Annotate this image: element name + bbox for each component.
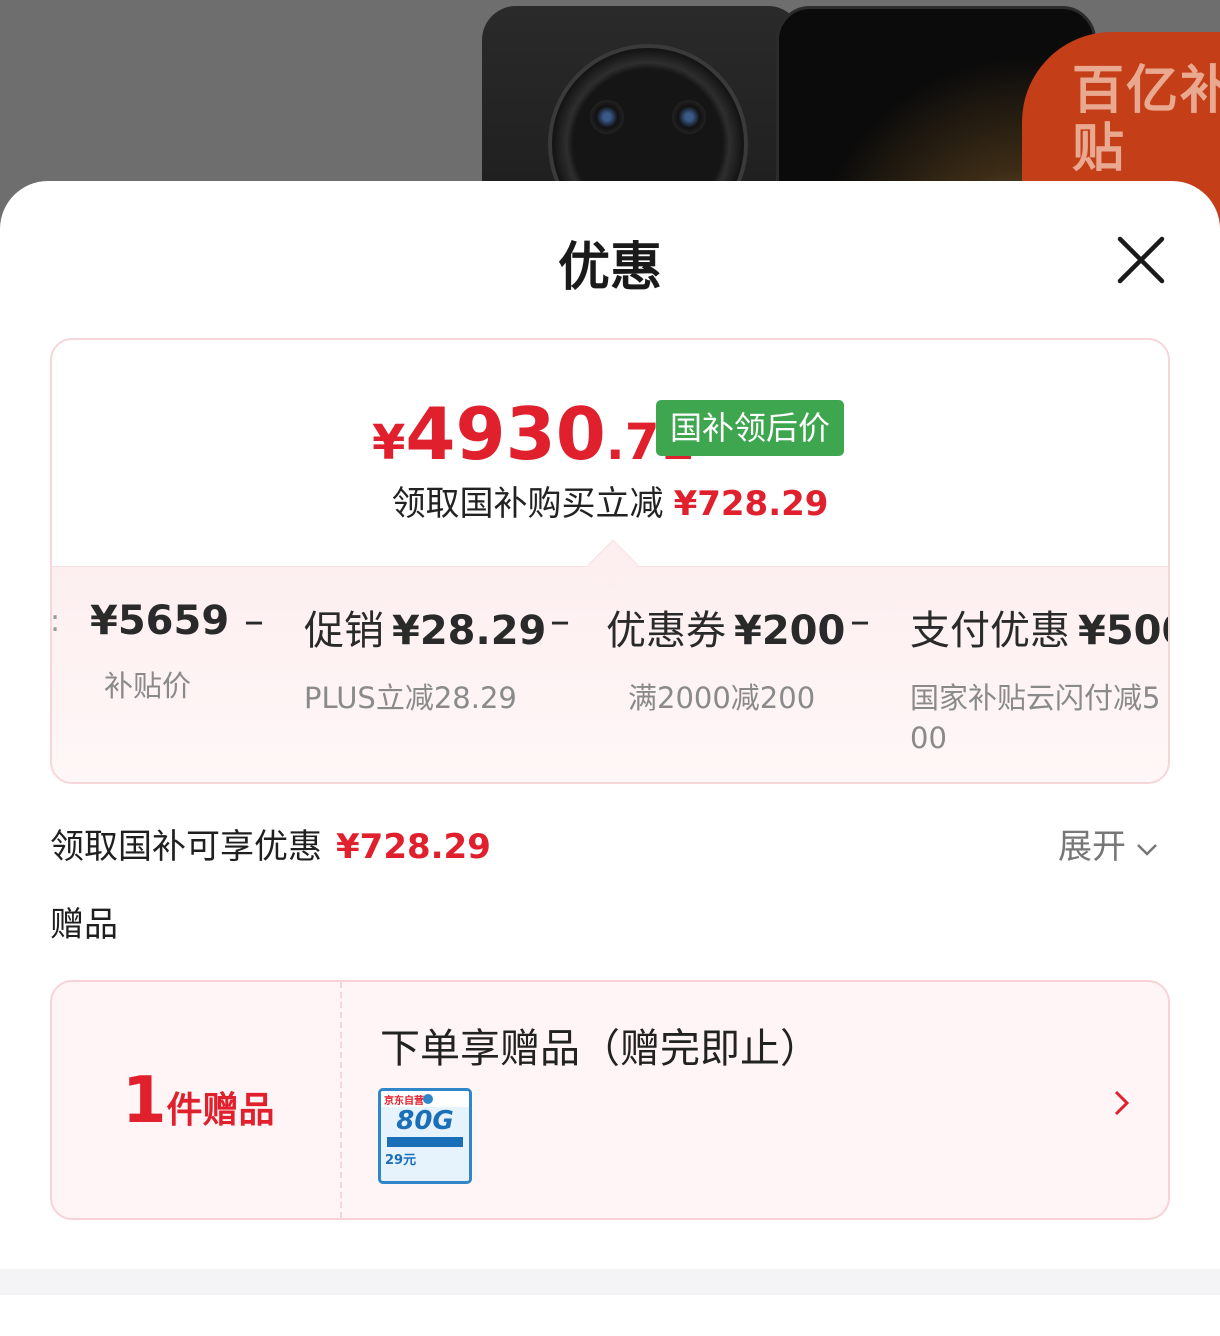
breakdown-item-payment: 支付优惠¥500 国家补贴云闪付减500	[910, 598, 1168, 758]
gift-card-divider	[340, 982, 342, 1218]
sim-brand: 京东自营	[384, 1096, 424, 1107]
discount-summary-row: 领取国补可享优惠 ¥728.29	[50, 819, 491, 868]
sheet-title: 优惠	[557, 238, 662, 298]
breakdown-note: 补贴价	[104, 669, 192, 703]
gift-card[interactable]: 1件赠品 下单享赠品（赠完即止） 京东自营 80G 29元	[50, 980, 1170, 1220]
minus-sign: –	[550, 598, 570, 644]
close-icon	[1117, 236, 1165, 284]
price-integer: 4930	[405, 392, 606, 476]
chevron-down-icon	[1137, 843, 1157, 856]
discount-amount: ¥728.29	[336, 827, 491, 867]
expand-label: 展开	[1058, 827, 1126, 867]
scroll-edge-marker: :	[50, 604, 61, 639]
price-summary-card: ¥4930.71 国补领后价 领取国补购买立减 ¥728.29 : ¥5659 补…	[50, 338, 1170, 784]
breakdown-note: 满2000减200	[628, 681, 816, 715]
carrier-logo-icon	[423, 1094, 433, 1104]
bottom-divider	[0, 1269, 1220, 1295]
sim-data-amount: 80G	[396, 1106, 454, 1136]
sim-banner-strip	[387, 1137, 463, 1147]
discount-sheet: 优惠 ¥4930.71 国补领后价 领取国补购买立减 ¥728.29 : ¥565…	[0, 181, 1220, 1336]
discount-label: 领取国补可享优惠	[50, 827, 322, 867]
breakdown-note: 国家补贴云闪付减500	[910, 681, 1161, 755]
chevron-right-icon	[1114, 1090, 1130, 1116]
camera-lens	[672, 100, 706, 134]
breakdown-item-base-price: ¥5659 补贴价	[90, 598, 229, 706]
minus-sign: –	[244, 598, 264, 644]
breakdown-label: 促销	[304, 608, 384, 654]
saving-label: 领取国补购买立减	[391, 484, 664, 524]
breakdown-amount: ¥500	[1078, 608, 1168, 654]
minus-sign: –	[850, 598, 870, 644]
price-breakdown: : ¥5659 补贴价 – 促销 ¥28.29 PLUS立减28.29 – 优惠券…	[52, 598, 1168, 768]
breakdown-amount: ¥200	[734, 608, 846, 654]
breakdown-label: 优惠券	[606, 608, 726, 654]
gift-count-number: 1	[122, 1064, 167, 1138]
breakdown-note: PLUS立减28.29	[304, 681, 517, 715]
breakdown-item-promotion: 促销 ¥28.29 PLUS立减28.29	[304, 598, 546, 718]
gift-count: 1件赠品	[122, 1064, 275, 1138]
camera-lens	[590, 100, 624, 134]
gifts-section-label: 赠品	[50, 905, 118, 945]
currency-symbol: ¥	[372, 415, 406, 471]
breakdown-label: 支付优惠	[910, 608, 1070, 654]
expand-button[interactable]: 展开	[1058, 819, 1160, 868]
subsidy-saving-line: 领取国补购买立减 ¥728.29	[52, 476, 1168, 525]
close-button[interactable]	[1110, 229, 1172, 291]
breakdown-amount: ¥28.29	[392, 608, 547, 654]
sim-price: 29元	[385, 1153, 417, 1168]
gift-title: 下单享赠品（赠完即止）	[380, 1026, 820, 1072]
sim-card-gift-thumbnail[interactable]: 京东自营 80G 29元	[378, 1088, 472, 1184]
subsidy-price-tag: 国补领后价	[656, 400, 845, 456]
gift-count-unit: 件赠品	[166, 1090, 275, 1131]
final-price: ¥4930.71	[372, 392, 694, 476]
breakdown-item-coupon: 优惠券 ¥200 满2000减200	[606, 598, 845, 718]
saving-amount: ¥728.29	[673, 484, 829, 524]
breakdown-amount: ¥5659	[90, 598, 230, 644]
